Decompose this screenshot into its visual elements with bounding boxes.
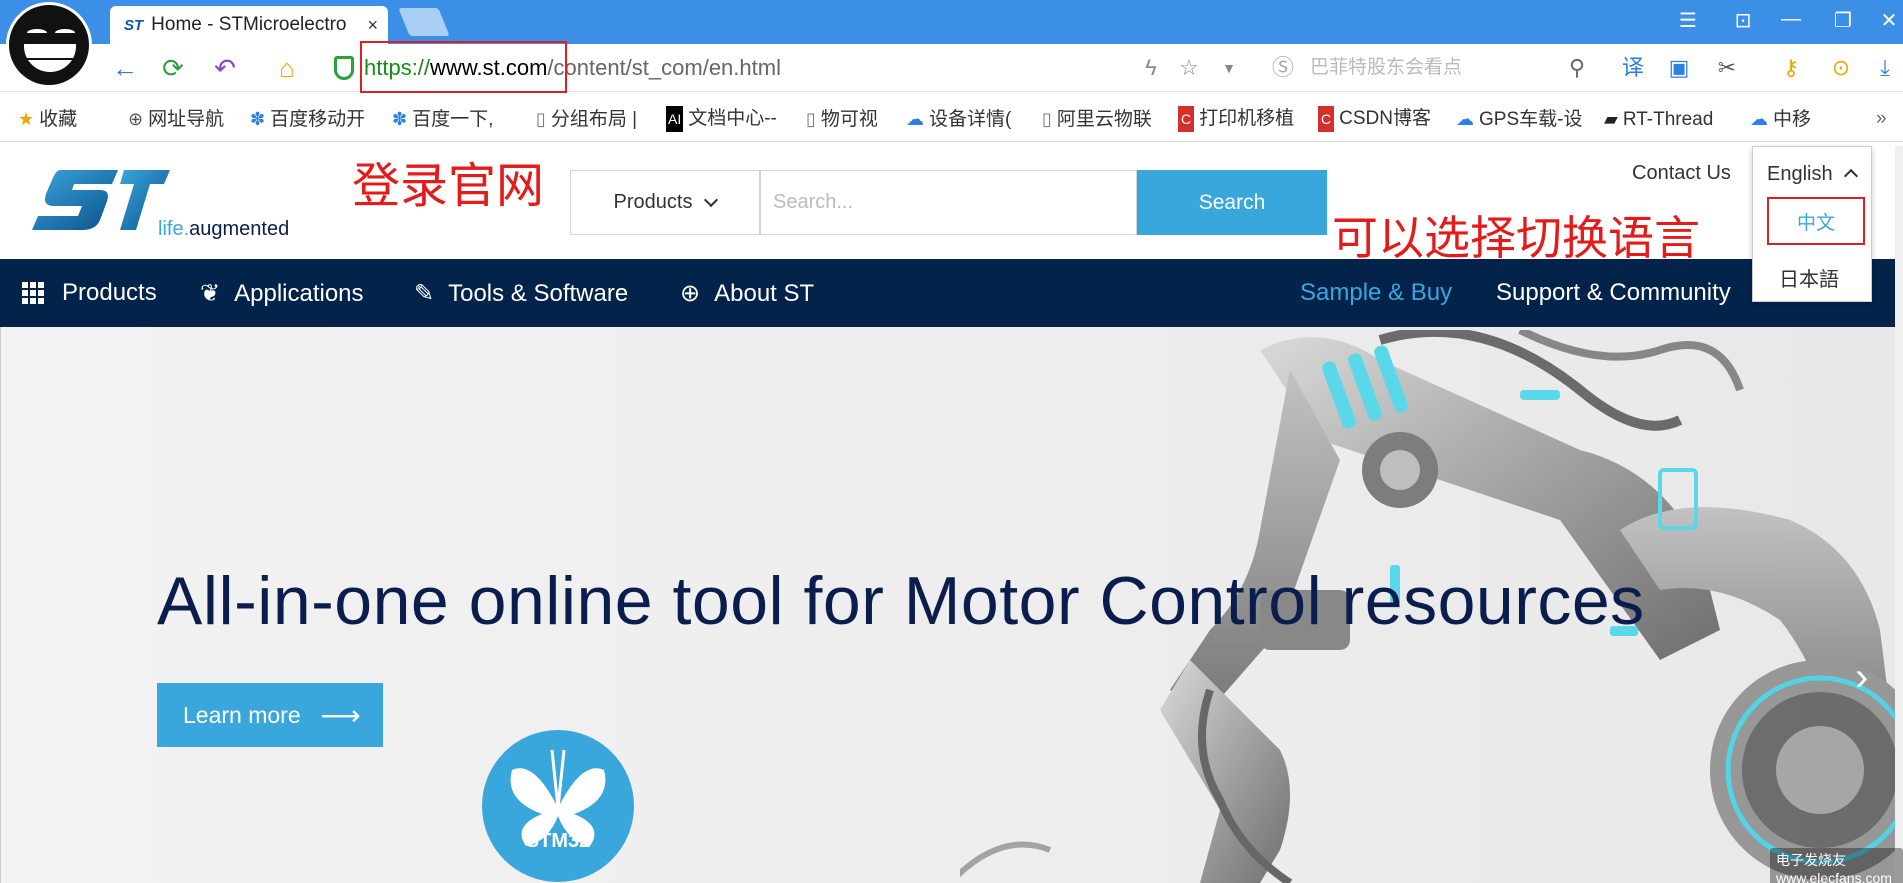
search-magnifier-icon[interactable]: ⚲ (1562, 52, 1592, 84)
language-dropdown[interactable]: English 中文 日本語 (1752, 146, 1872, 302)
watermark: 电子发烧友 www.elecfans.com (1770, 848, 1903, 883)
avatar-eye-left (27, 29, 47, 37)
star-bookmark-icon[interactable]: ☆ (1174, 52, 1204, 84)
bookmarks-overflow-icon[interactable]: » (1876, 106, 1887, 132)
wrench-icon: ✎ (414, 280, 435, 307)
undo-icon[interactable]: ↶ (208, 52, 242, 84)
skin-icon[interactable]: ⊡ (1728, 8, 1758, 33)
chevron-up-icon (1843, 168, 1859, 184)
minimize-button[interactable]: — (1776, 8, 1806, 31)
cloud-icon: ☁ (1750, 109, 1768, 129)
page-scrollbar[interactable] (1895, 146, 1903, 883)
tab-close-icon[interactable]: × (367, 15, 378, 36)
bookmark-item[interactable]: ▰ RT-Thread (1604, 106, 1713, 133)
url-highlight-box (360, 41, 567, 93)
annotation-login: 登录官网 (352, 158, 545, 214)
translate-icon[interactable]: 译 (1618, 52, 1648, 84)
contact-us-link[interactable]: Contact Us (1632, 162, 1731, 185)
st-favicon-icon: ST (124, 16, 144, 34)
nav-support-community[interactable]: Support & Community (1496, 279, 1731, 307)
nav-tools-software[interactable]: ✎ Tools & Software (414, 279, 628, 308)
nav-about-st[interactable]: ⊕ About ST (680, 279, 814, 308)
tab-title: Home - STMicroelectro (151, 14, 347, 35)
csdn-icon: C (1178, 106, 1195, 132)
grid-menu-icon (22, 282, 44, 304)
menu-icon[interactable]: ☰ (1673, 8, 1703, 33)
baidu-paw-icon: ✽ (250, 109, 266, 129)
stm32-badge: STM32 (482, 730, 634, 882)
language-current: English (1767, 163, 1833, 185)
bookmark-item[interactable]: ▯ 物可视 (806, 106, 878, 133)
url-path: /content/st_com/en.html (547, 55, 781, 80)
nav-sample-buy[interactable]: Sample & Buy (1300, 279, 1452, 307)
search-hint-text[interactable]: 巴菲特股东会看点 (1310, 52, 1462, 84)
dropdown-arrow-icon[interactable]: ▼ (1214, 52, 1244, 84)
bookmark-item[interactable]: C 打印机移植 (1178, 106, 1294, 132)
butterfly-icon (510, 749, 606, 846)
arrow-right-icon: ⟶ (320, 699, 361, 731)
bookmark-item[interactable]: ☁ 设备详情( (906, 106, 1011, 133)
site-search-button[interactable]: Search (1137, 170, 1327, 235)
learn-more-button[interactable]: Learn more ⟶ (157, 683, 383, 747)
bookmark-item[interactable]: ▯ 阿里云物联 (1042, 106, 1152, 133)
language-option-japanese[interactable]: 日本語 (1779, 263, 1839, 292)
nav-applications[interactable]: ❦ Applications (200, 279, 364, 308)
browser-avatar[interactable] (6, 2, 92, 88)
bookmark-item[interactable]: ✽ 百度一下, (392, 106, 493, 133)
learn-more-label: Learn more (183, 701, 301, 728)
bookmark-item[interactable]: C CSDN博客 (1318, 106, 1431, 132)
products-dropdown-label: Products (613, 191, 693, 213)
carousel-next-icon[interactable]: › (1855, 655, 1868, 700)
baidu-paw-icon: ✽ (392, 109, 408, 129)
page-icon: ▯ (1042, 109, 1052, 129)
site-search-input[interactable] (760, 170, 1137, 235)
bookmark-item[interactable]: ★ 收藏 (18, 106, 77, 133)
close-window-button[interactable]: ✕ (1874, 8, 1903, 33)
bookmark-item[interactable]: ⊕ 网址导航 (128, 106, 224, 133)
download-icon[interactable]: ⤓ (1870, 52, 1900, 84)
hero-title: All-in-one online tool for Motor Control… (157, 563, 1645, 639)
bookmark-item[interactable]: ▯ 分组布局 | (536, 106, 637, 133)
page-icon: ▯ (536, 109, 546, 129)
key-icon[interactable]: ⚷ (1776, 52, 1806, 84)
ai-icon: AI (666, 106, 684, 132)
star-icon: ★ (18, 109, 35, 129)
more-icon[interactable]: ⊙ (1826, 52, 1856, 84)
cloud-icon: ☁ (906, 109, 924, 129)
nav-products[interactable]: Products (22, 279, 157, 307)
chevron-down-icon (704, 192, 719, 207)
stm32-label: STM32 (525, 830, 591, 852)
sogou-search-icon: Ⓢ (1271, 55, 1294, 80)
globe-icon: ⊕ (680, 280, 701, 307)
lightbulb-icon: ❦ (200, 280, 221, 307)
avatar-eye-right (55, 29, 75, 37)
back-arrow-icon[interactable]: ← (108, 52, 142, 84)
bookmark-item[interactable]: ✽ 百度移动开 (250, 106, 365, 133)
refresh-icon[interactable]: ⟳ (156, 52, 190, 84)
bookmark-item[interactable]: ☁ 中移 (1750, 106, 1811, 133)
secure-shield-icon (334, 56, 354, 80)
lightning-icon[interactable]: ϟ (1136, 52, 1166, 84)
avatar-mouth (21, 41, 79, 75)
bookmark-item[interactable]: ☁ GPS车载-设 (1456, 106, 1582, 133)
globe-icon: ⊕ (128, 109, 144, 129)
bookmark-item[interactable]: AI 文档中心-- (666, 106, 777, 132)
st-logo-icon[interactable] (30, 166, 170, 236)
book-icon: ▰ (1604, 109, 1618, 129)
home-icon[interactable]: ⌂ (270, 52, 304, 84)
restore-button[interactable]: ❐ (1828, 8, 1858, 33)
language-option-chinese[interactable]: 中文 (1767, 197, 1865, 245)
scissors-icon[interactable]: ✂ (1712, 52, 1742, 84)
products-dropdown[interactable]: Products (570, 170, 760, 235)
screenshot-icon[interactable]: ▣ (1664, 52, 1694, 84)
csdn-icon: C (1318, 106, 1335, 132)
page-icon: ▯ (806, 109, 816, 129)
st-tagline: life.augmented (158, 218, 290, 240)
browser-tab-active[interactable]: ST Home - STMicroelectro × (110, 6, 388, 44)
cloud-icon: ☁ (1456, 109, 1474, 129)
